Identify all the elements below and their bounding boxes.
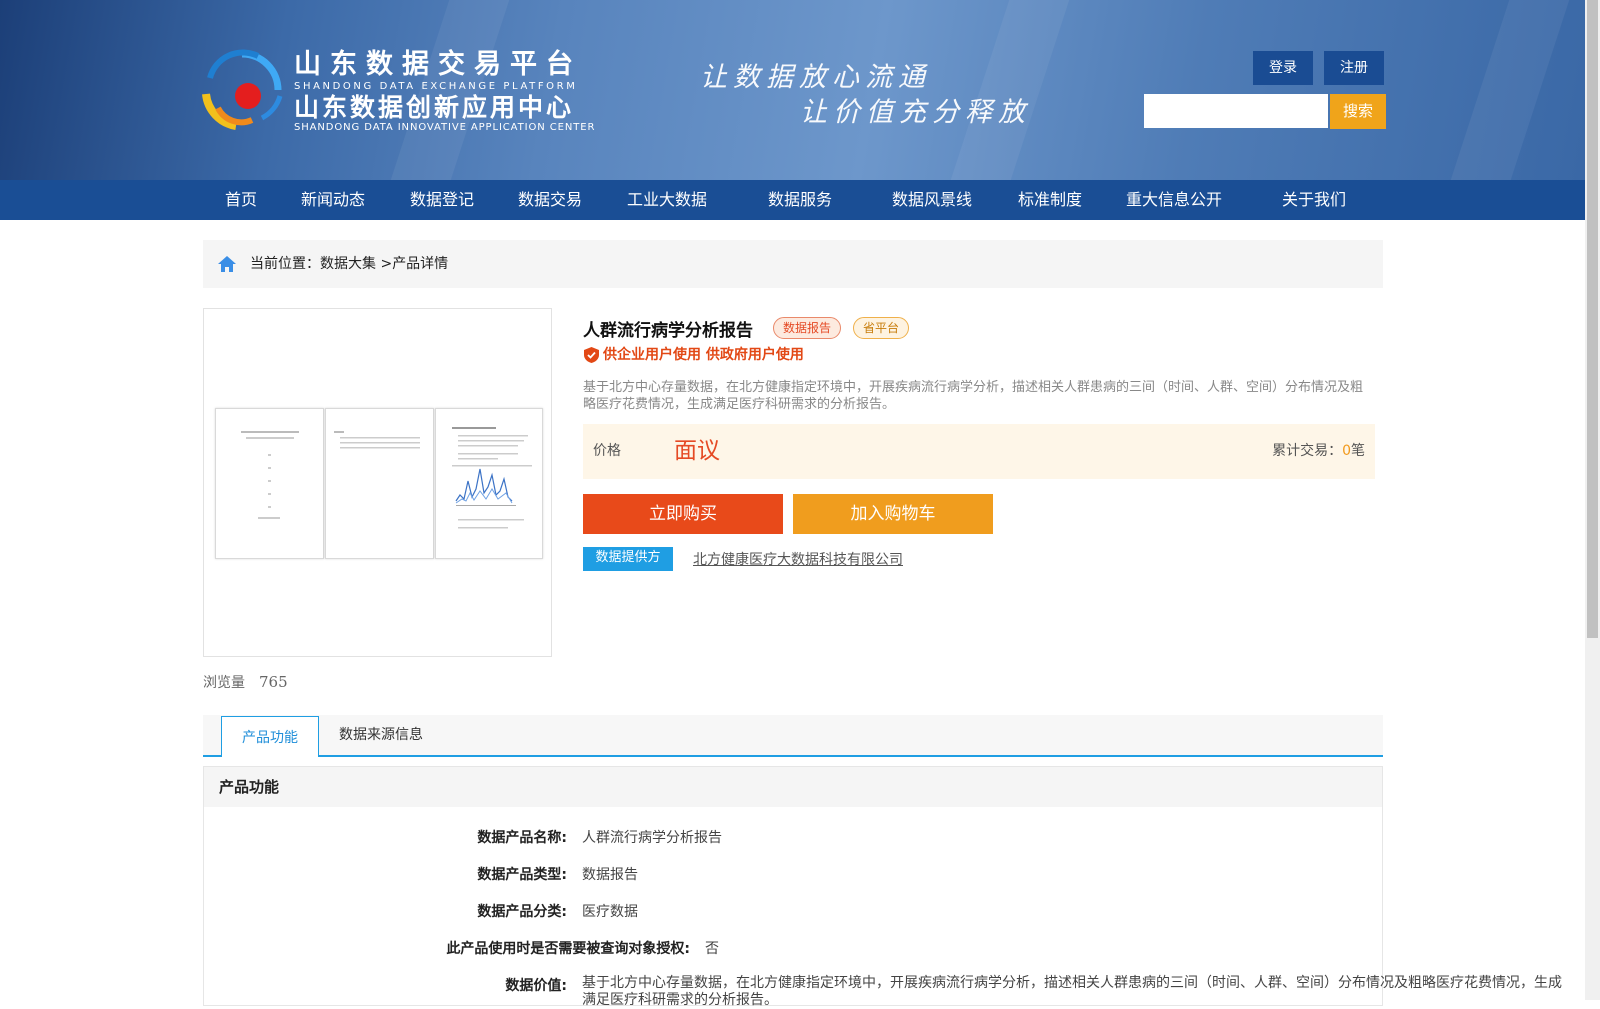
shield-check-icon <box>584 347 599 363</box>
field-value-data-value: 基于北方中心存量数据，在北方健康指定环境中，开展疾病流行病学分析，描述相关人群患… <box>582 975 1562 1008</box>
view-count-value: 765 <box>259 673 288 691</box>
breadcrumb-separator: > <box>380 256 393 272</box>
home-icon[interactable] <box>217 254 237 274</box>
slogan-line-2: 让价值充分释放 <box>800 97 1031 128</box>
usage-scope: 供企业用户使用 供政府用户使用 <box>603 347 804 363</box>
product-function-panel: 产品功能 数据产品名称: 人群流行病学分析报告 数据产品类型: 数据报告 数据产… <box>203 766 1562 1008</box>
preview-page-chart <box>435 408 543 559</box>
document-page-icon <box>452 427 532 529</box>
preview-page-cover <box>215 408 324 559</box>
search-input[interactable] <box>1144 94 1328 128</box>
trade-count-value: 0 <box>1342 443 1351 459</box>
nav-item-news[interactable]: 新闻动态 <box>301 180 365 220</box>
field-label-product-name: 数据产品名称: <box>477 830 567 846</box>
section-title: 产品功能 <box>219 778 280 796</box>
nav-item-about-us[interactable]: 关于我们 <box>1282 180 1346 220</box>
tab-product-function[interactable]: 产品功能 <box>221 716 319 757</box>
breadcrumb: 当前位置：数据大集 >产品详情 <box>203 240 1383 288</box>
price-value: 面议 <box>674 438 720 464</box>
nav-item-industrial-big-data[interactable]: 工业大数据 <box>627 180 707 220</box>
breadcrumb-current: 产品详情 <box>392 256 449 272</box>
nav-item-home[interactable]: 首页 <box>225 180 257 220</box>
platform-badge: 省平台 <box>853 317 910 339</box>
main-nav: 首页 新闻动态 数据登记 数据交易 工业大数据 数据服务 数据风景线 标准制度 … <box>0 180 1585 220</box>
logo-title-cn: 山东数据交易平台 <box>294 49 582 80</box>
breadcrumb-parent-link[interactable]: 数据大集 <box>320 256 376 272</box>
add-to-cart-button[interactable]: 加入购物车 <box>793 494 993 534</box>
product-title: 人群流行病学分析报告 <box>583 321 753 341</box>
login-button[interactable]: 登录 <box>1253 51 1313 85</box>
provider-label: 数据提供方 <box>583 547 673 571</box>
register-button[interactable]: 注册 <box>1324 51 1384 85</box>
trade-count-unit: 笔 <box>1351 443 1365 459</box>
breadcrumb-prefix: 当前位置： <box>250 256 320 272</box>
nav-item-disclosure[interactable]: 重大信息公开 <box>1126 180 1222 220</box>
trade-count: 累计交易：0笔 <box>1272 424 1365 479</box>
logo-text: 山东数据交易平台 SHANDONG DATA EXCHANGE PLATFORM… <box>294 50 595 134</box>
platform-logo-icon[interactable] <box>200 48 284 132</box>
product-tabs: 产品功能 数据来源信息 <box>203 715 1383 757</box>
trade-count-label: 累计交易： <box>1272 443 1343 459</box>
nav-item-standards[interactable]: 标准制度 <box>1018 180 1082 220</box>
field-label-product-category: 数据产品分类: <box>477 904 567 920</box>
site-header: 山东数据交易平台 SHANDONG DATA EXCHANGE PLATFORM… <box>0 0 1585 180</box>
tab-data-source[interactable]: 数据来源信息 <box>339 715 423 755</box>
field-value-product-name: 人群流行病学分析报告 <box>582 830 722 846</box>
field-label-data-value: 数据价值: <box>505 978 567 994</box>
logo-subtitle-cn: 山东数据创新应用中心 <box>294 93 575 122</box>
view-count-label: 浏览量 <box>203 675 245 691</box>
section-header: 产品功能 <box>204 767 1382 807</box>
scrollbar-thumb[interactable] <box>1587 0 1598 638</box>
preview-page-contents <box>325 408 434 559</box>
page-scrollbar[interactable] <box>1585 0 1600 1000</box>
product-type-badge: 数据报告 <box>773 317 842 339</box>
field-value-product-category: 医疗数据 <box>582 904 638 920</box>
logo-title-en: SHANDONG DATA EXCHANGE PLATFORM <box>294 81 578 92</box>
product-description: 基于北方中心存量数据，在北方健康指定环境中，开展疾病流行病学分析，描述相关人群患… <box>583 380 1364 412</box>
product-preview-image[interactable] <box>203 308 552 657</box>
field-value-product-type: 数据报告 <box>582 867 638 883</box>
buy-now-button[interactable]: 立即购买 <box>583 494 783 534</box>
header-decoration <box>1437 0 1583 180</box>
nav-item-data-trading[interactable]: 数据交易 <box>518 180 582 220</box>
slogan-line-1: 让数据放心流通 <box>700 62 931 93</box>
document-page-icon <box>241 431 299 519</box>
logo-subtitle-en: SHANDONG DATA INNOVATIVE APPLICATION CEN… <box>294 122 596 133</box>
field-label-authorization-required: 此产品使用时是否需要被查询对象授权: <box>446 941 690 957</box>
price-label: 价格 <box>593 443 621 459</box>
breadcrumb-trail: 当前位置：数据大集 >产品详情 <box>250 240 448 288</box>
price-panel: 价格 面议 累计交易：0笔 <box>583 424 1375 479</box>
nav-item-data-landscape[interactable]: 数据风景线 <box>892 180 972 220</box>
view-count: 浏览量 765 <box>203 672 288 692</box>
nav-item-data-registration[interactable]: 数据登记 <box>410 180 474 220</box>
search-button[interactable]: 搜索 <box>1330 94 1386 129</box>
document-page-icon <box>334 431 420 449</box>
field-value-authorization-required: 否 <box>705 941 719 957</box>
provider-link[interactable]: 北方健康医疗大数据科技有限公司 <box>693 549 903 569</box>
field-label-product-type: 数据产品类型: <box>477 867 567 883</box>
nav-item-data-services[interactable]: 数据服务 <box>768 180 832 220</box>
